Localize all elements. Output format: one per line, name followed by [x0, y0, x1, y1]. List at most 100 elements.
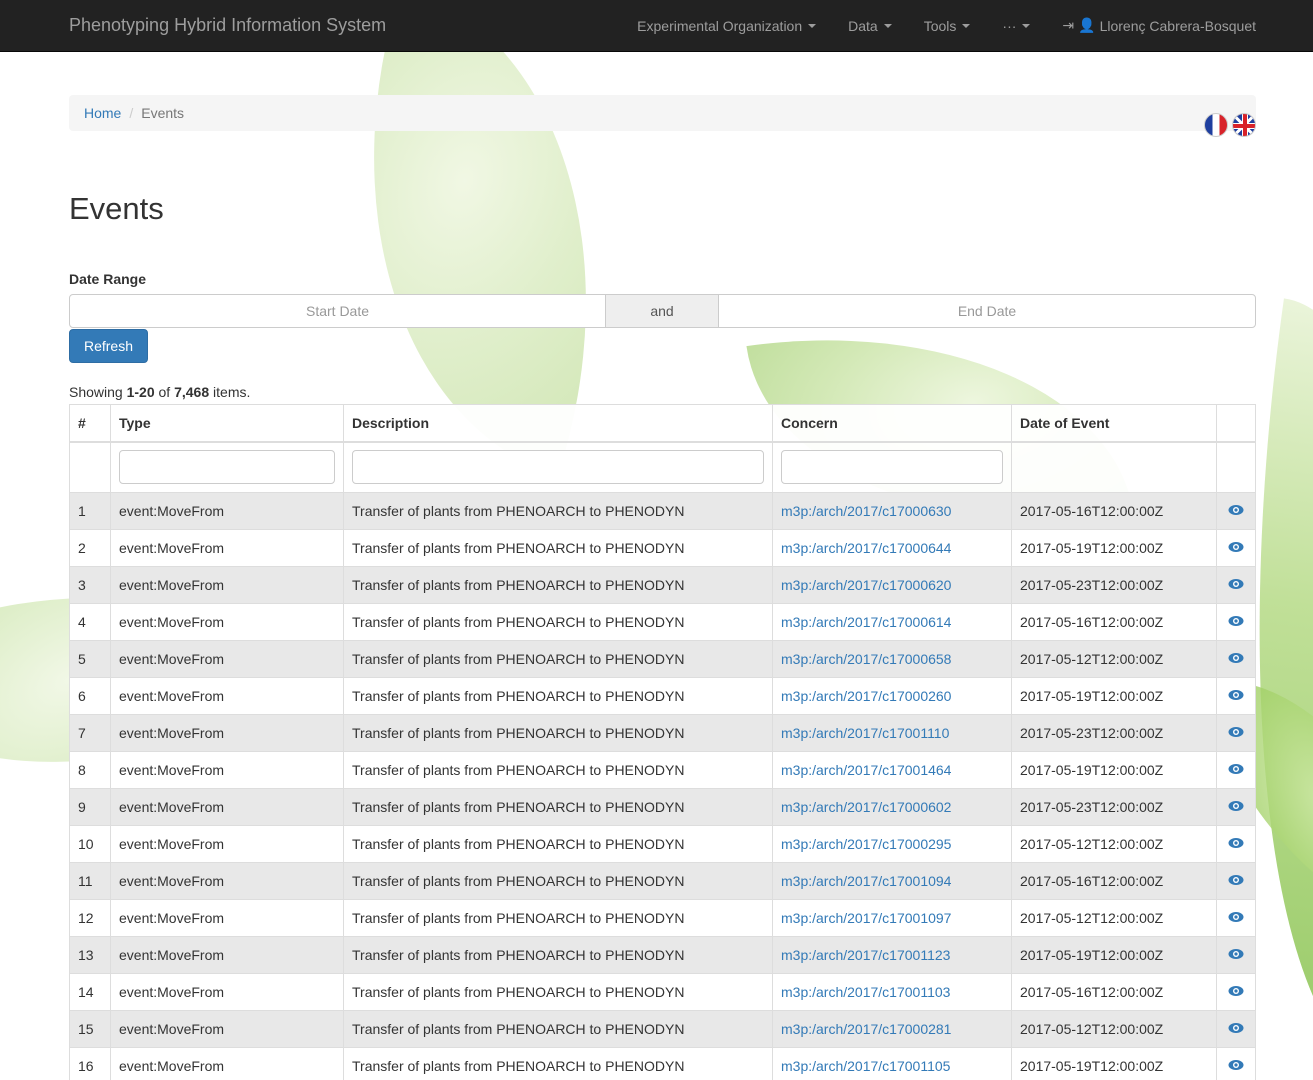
cell-description: Transfer of plants from PHENOARCH to PHE…	[343, 1010, 773, 1048]
nav-tools[interactable]: Tools	[924, 18, 971, 34]
concern-link[interactable]: m3p:/arch/2017/c17000620	[781, 577, 951, 593]
cell-description: Transfer of plants from PHENOARCH to PHE…	[343, 566, 773, 604]
nav-more[interactable]: ···	[1002, 18, 1031, 34]
cell-date: 2017-05-16T12:00:00Z	[1011, 862, 1217, 900]
view-icon[interactable]	[1216, 936, 1256, 974]
brand-title[interactable]: Phenotyping Hybrid Information System	[69, 15, 605, 36]
concern-link[interactable]: m3p:/arch/2017/c17000260	[781, 688, 951, 704]
view-icon[interactable]	[1216, 1010, 1256, 1048]
table-row: 11 event:MoveFrom Transfer of plants from …	[69, 862, 1256, 900]
view-icon[interactable]	[1216, 603, 1256, 641]
french-flag-icon[interactable]	[1204, 113, 1228, 137]
cell-type: event:MoveFrom	[110, 566, 344, 604]
cell-number: 16	[69, 1047, 111, 1080]
cell-description: Transfer of plants from PHENOARCH to PHE…	[343, 603, 773, 641]
cell-number: 2	[69, 529, 111, 567]
view-icon[interactable]	[1216, 788, 1256, 826]
cell-concern: m3p:/arch/2017/c17000602	[772, 788, 1012, 826]
cell-type: event:MoveFrom	[110, 1047, 344, 1080]
view-icon[interactable]	[1216, 492, 1256, 530]
filter-cell	[69, 441, 111, 493]
view-icon[interactable]	[1216, 566, 1256, 604]
events-table: # Type Description Concern Date of Event…	[69, 404, 1256, 1080]
cell-date: 2017-05-23T12:00:00Z	[1011, 566, 1217, 604]
cell-concern: m3p:/arch/2017/c17000281	[772, 1010, 1012, 1048]
table-row: 7 event:MoveFrom Transfer of plants from P…	[69, 714, 1256, 752]
nav-data[interactable]: Data	[848, 18, 892, 34]
description-filter-input[interactable]	[352, 450, 764, 485]
cell-description: Transfer of plants from PHENOARCH to PHE…	[343, 529, 773, 567]
concern-link[interactable]: m3p:/arch/2017/c17000630	[781, 503, 951, 519]
table-row: 10 event:MoveFrom Transfer of plants from …	[69, 825, 1256, 863]
cell-date: 2017-05-19T12:00:00Z	[1011, 936, 1217, 974]
concern-link[interactable]: m3p:/arch/2017/c17000644	[781, 540, 951, 556]
cell-type: event:MoveFrom	[110, 788, 344, 826]
view-icon[interactable]	[1216, 1047, 1256, 1080]
cell-description: Transfer of plants from PHENOARCH to PHE…	[343, 677, 773, 715]
table-row: 12 event:MoveFrom Transfer of plants from …	[69, 899, 1256, 937]
view-icon[interactable]	[1216, 714, 1256, 752]
header-date-of-event[interactable]: Date of Event	[1011, 404, 1217, 443]
cell-description: Transfer of plants from PHENOARCH to PHE…	[343, 825, 773, 863]
concern-link[interactable]: m3p:/arch/2017/c17001123	[781, 947, 950, 963]
cell-date: 2017-05-23T12:00:00Z	[1011, 714, 1217, 752]
cell-type: event:MoveFrom	[110, 492, 344, 530]
concern-link[interactable]: m3p:/arch/2017/c17000614	[781, 614, 951, 630]
cell-date: 2017-05-16T12:00:00Z	[1011, 603, 1217, 641]
concern-link[interactable]: m3p:/arch/2017/c17001105	[781, 1058, 950, 1074]
breadcrumb-home[interactable]: Home	[84, 105, 121, 121]
summary-total: 7,468	[174, 384, 210, 400]
table-body: 1 event:MoveFrom Transfer of plants from P…	[69, 492, 1256, 1080]
view-icon[interactable]	[1216, 862, 1256, 900]
concern-link[interactable]: m3p:/arch/2017/c17000295	[781, 836, 951, 852]
concern-link[interactable]: m3p:/arch/2017/c17001097	[781, 910, 951, 926]
cell-description: Transfer of plants from PHENOARCH to PHE…	[343, 751, 773, 789]
view-icon[interactable]	[1216, 640, 1256, 678]
concern-filter-input[interactable]	[781, 450, 1003, 485]
cell-type: event:MoveFrom	[110, 862, 344, 900]
cell-number: 15	[69, 1010, 111, 1048]
refresh-button[interactable]: Refresh	[69, 329, 148, 363]
table-row: 5 event:MoveFrom Transfer of plants from P…	[69, 640, 1256, 678]
caret-down-icon	[808, 23, 817, 28]
concern-link[interactable]: m3p:/arch/2017/c17001464	[781, 762, 951, 778]
concern-link[interactable]: m3p:/arch/2017/c17000658	[781, 651, 951, 667]
header-description[interactable]: Description	[343, 404, 773, 443]
concern-link[interactable]: m3p:/arch/2017/c17001103	[781, 984, 950, 1000]
table-row: 14 event:MoveFrom Transfer of plants from …	[69, 973, 1256, 1011]
concern-link[interactable]: m3p:/arch/2017/c17001094	[781, 873, 951, 889]
table-row: 4 event:MoveFrom Transfer of plants from P…	[69, 603, 1256, 641]
concern-link[interactable]: m3p:/arch/2017/c17000602	[781, 799, 951, 815]
end-date-input[interactable]: End Date	[718, 294, 1256, 328]
english-flag-icon[interactable]	[1232, 113, 1256, 137]
nav-label: Tools	[923, 17, 957, 34]
view-icon[interactable]	[1216, 825, 1256, 863]
header-concern[interactable]: Concern	[772, 404, 1012, 443]
concern-link[interactable]: m3p:/arch/2017/c17000281	[781, 1021, 951, 1037]
start-date-input[interactable]: Start Date	[69, 294, 606, 328]
type-filter-input[interactable]	[119, 450, 335, 485]
cell-type: event:MoveFrom	[110, 825, 344, 863]
top-navbar: Phenotyping Hybrid Information System Ex…	[0, 0, 1313, 52]
nav-user-logout[interactable]: ⇥ 👤 Llorenç Cabrera-Bosquet	[1062, 17, 1256, 34]
caret-down-icon	[962, 23, 971, 28]
view-icon[interactable]	[1216, 677, 1256, 715]
table-row: 9 event:MoveFrom Transfer of plants from P…	[69, 788, 1256, 826]
cell-concern: m3p:/arch/2017/c17000614	[772, 603, 1012, 641]
date-range-group: Start Date and End Date	[69, 294, 1256, 328]
view-icon[interactable]	[1216, 899, 1256, 937]
header-type[interactable]: Type	[110, 404, 344, 443]
cell-number: 14	[69, 973, 111, 1011]
cell-concern: m3p:/arch/2017/c17001103	[772, 973, 1012, 1011]
view-icon[interactable]	[1216, 529, 1256, 567]
cell-type: event:MoveFrom	[110, 936, 344, 974]
cell-type: event:MoveFrom	[110, 529, 344, 567]
summary-mid: of	[154, 384, 175, 400]
concern-link[interactable]: m3p:/arch/2017/c17001110	[781, 725, 949, 741]
view-icon[interactable]	[1216, 973, 1256, 1011]
cell-number: 4	[69, 603, 111, 641]
view-icon[interactable]	[1216, 751, 1256, 789]
cell-description: Transfer of plants from PHENOARCH to PHE…	[343, 899, 773, 937]
filter-cell	[343, 441, 773, 493]
nav-experimental-organization[interactable]: Experimental Organization	[637, 18, 817, 34]
